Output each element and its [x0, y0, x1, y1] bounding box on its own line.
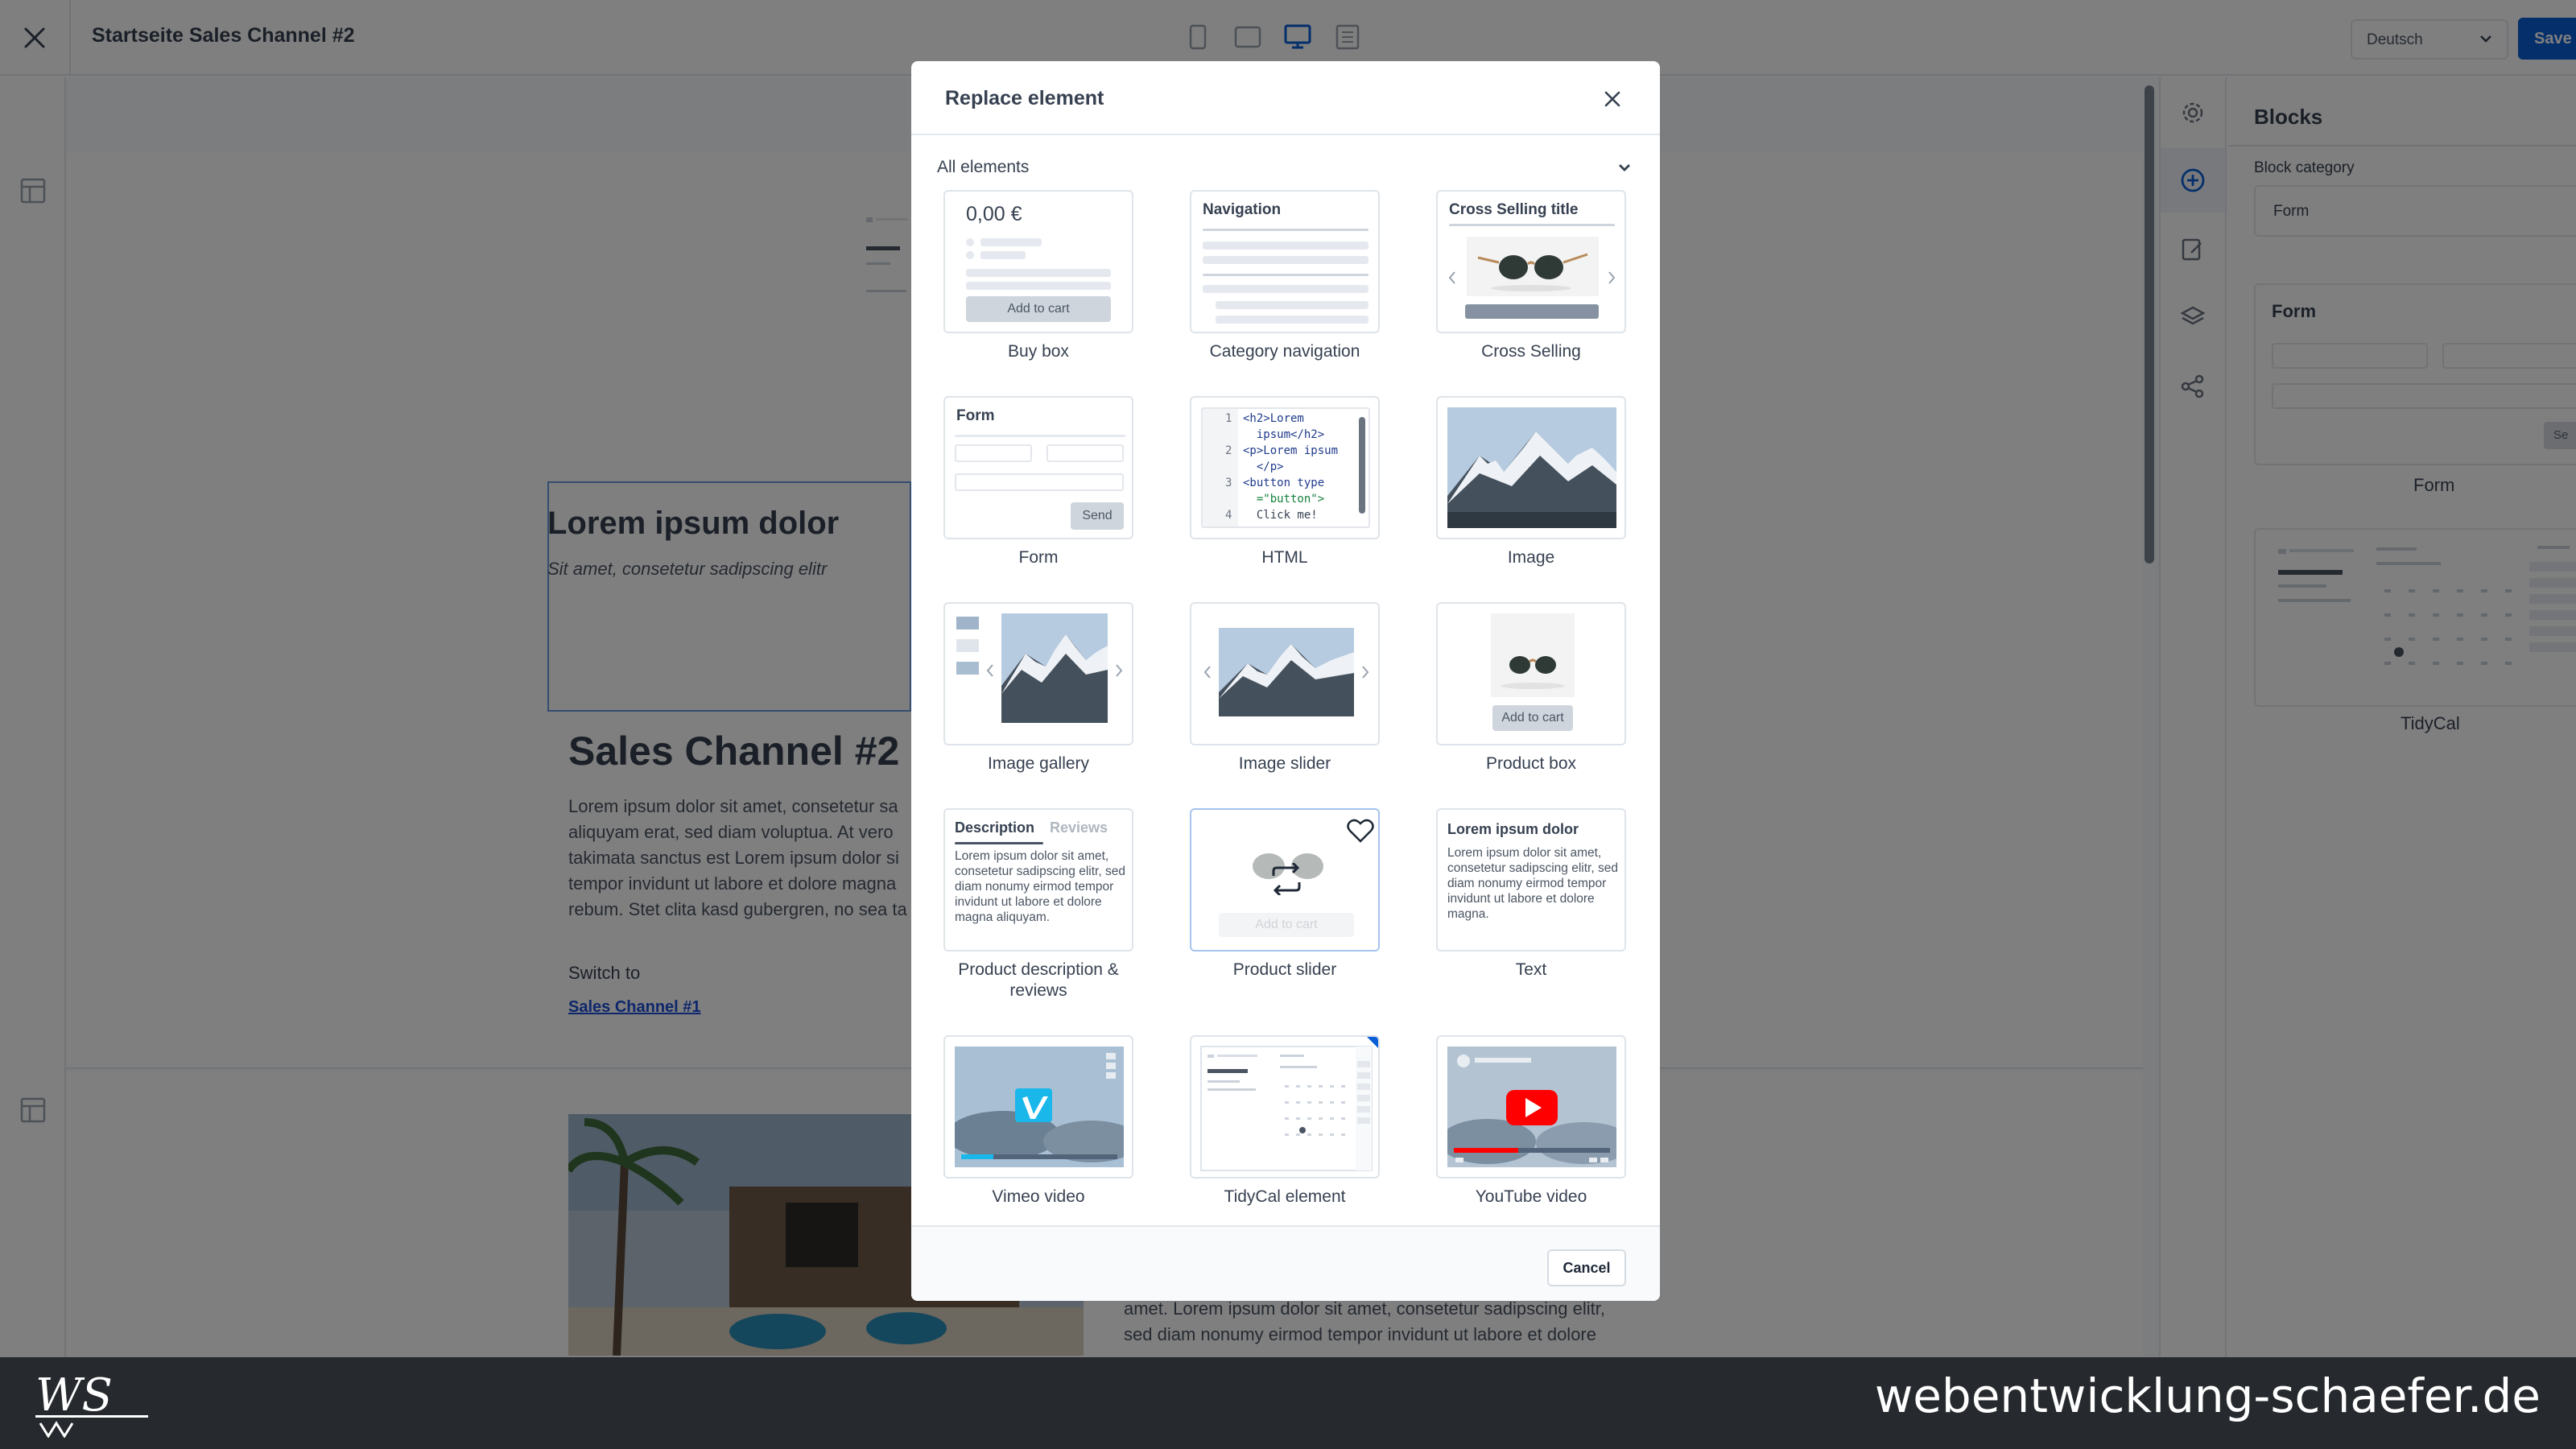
chevron-left-icon	[1203, 666, 1211, 679]
element-tile-product-box[interactable]: Add to cart	[1436, 602, 1626, 745]
element-tile-text[interactable]: Lorem ipsum dolor Lorem ipsum dolor sit …	[1436, 808, 1626, 952]
tile-label: HTML	[1261, 548, 1308, 567]
sunglasses-image	[1467, 237, 1599, 296]
cancel-button[interactable]: Cancel	[1547, 1249, 1626, 1286]
tile-label: Buy box	[1008, 342, 1069, 361]
element-tile-category-navigation[interactable]: Navigation	[1190, 190, 1380, 333]
tab-reviews: Reviews	[1050, 819, 1108, 836]
tile-heading: Lorem ipsum dolor	[1447, 821, 1579, 837]
mountain-image	[1447, 407, 1616, 528]
tidycal-preview	[1200, 1037, 1378, 1171]
chevron-left-icon	[1448, 271, 1455, 284]
tile-add-to-cart: Add to cart	[1219, 913, 1354, 937]
modal-close-button[interactable]	[1599, 85, 1626, 113]
chevron-right-icon	[1362, 666, 1369, 679]
element-category-value: All elements	[937, 158, 1030, 176]
chevron-right-icon	[1116, 664, 1123, 677]
element-tile-image-slider[interactable]	[1190, 602, 1380, 745]
element-tile-image-gallery[interactable]	[943, 602, 1133, 745]
modal-header: Replace element	[911, 61, 1660, 135]
vimeo-preview	[955, 1046, 1124, 1167]
tile-label: Image gallery	[987, 754, 1090, 773]
tile-label: Product description & reviews	[958, 960, 1119, 1000]
code-editor-preview: 1 2 3 4 <h2>Lorem ipsum</h2> <p>Lorem ip…	[1201, 407, 1370, 528]
chevron-down-icon	[1619, 164, 1630, 171]
close-icon	[1604, 91, 1620, 107]
element-tile-vimeo-video[interactable]	[943, 1035, 1133, 1179]
element-tile-product-slider[interactable]: Add to cart	[1190, 808, 1380, 952]
tab-description: Description	[955, 819, 1035, 836]
replace-swap-icon	[1272, 863, 1301, 895]
slider-image	[1219, 628, 1354, 716]
element-tile-cross-selling[interactable]: Cross Selling title	[1436, 190, 1626, 333]
tile-add-to-cart: Add to cart	[1492, 705, 1573, 731]
element-tile-product-description-reviews[interactable]: Description Reviews Lorem ipsum dolor si…	[943, 808, 1133, 952]
heart-icon[interactable]	[1346, 818, 1375, 844]
chevron-right-icon	[1608, 271, 1616, 284]
tile-add-to-cart: Add to cart	[966, 296, 1111, 322]
modal-footer: Cancel	[911, 1225, 1660, 1301]
chevron-left-icon	[986, 664, 993, 677]
element-tile-html[interactable]: 1 2 3 4 <h2>Lorem ipsum</h2> <p>Lorem ip…	[1190, 396, 1380, 539]
tile-label: Product slider	[1232, 960, 1337, 979]
tile-price: 0,00 €	[966, 203, 1022, 225]
tile-label: Vimeo video	[992, 1187, 1085, 1206]
tile-heading: Form	[956, 407, 995, 424]
tile-paragraph: Lorem ipsum dolor sit amet, consetetur s…	[955, 849, 1125, 924]
tile-heading: Navigation	[1203, 201, 1282, 218]
modal-title: Replace element	[945, 87, 1104, 109]
element-tile-form[interactable]: Form Send	[943, 396, 1133, 539]
youtube-preview	[1447, 1046, 1616, 1167]
tile-label: Category navigation	[1209, 342, 1360, 361]
tile-label: Text	[1515, 960, 1547, 979]
replace-element-modal: Replace element All elements 0,00 € Add …	[911, 61, 1660, 1301]
tile-label: Image	[1507, 548, 1555, 567]
element-tile-image[interactable]	[1436, 396, 1626, 539]
tile-send-button: Send	[1071, 502, 1124, 530]
brand-url: webentwicklung-schaefer.de	[1874, 1368, 2541, 1423]
tile-label: TidyCal element	[1224, 1187, 1346, 1206]
tile-label: Product box	[1485, 754, 1577, 773]
gallery-main-image	[1001, 613, 1108, 723]
element-category-select[interactable]: All elements	[937, 151, 1637, 184]
tile-label: YouTube video	[1475, 1187, 1587, 1206]
element-tile-buy-box[interactable]: 0,00 € Add to cart	[943, 190, 1133, 333]
element-tile-tidycal[interactable]	[1190, 1035, 1380, 1179]
element-tile-youtube-video[interactable]	[1436, 1035, 1626, 1179]
tile-heading: Cross Selling title	[1449, 201, 1579, 218]
sunglasses-image	[1491, 613, 1575, 697]
svg-text:WS: WS	[35, 1369, 113, 1422]
ws-logo: WS	[35, 1369, 148, 1438]
tile-label: Image slider	[1238, 754, 1331, 773]
tile-label: Form	[1018, 548, 1059, 567]
tile-paragraph: Lorem ipsum dolor sit amet, consetetur s…	[1447, 846, 1618, 921]
tile-label: Cross Selling	[1481, 342, 1581, 361]
